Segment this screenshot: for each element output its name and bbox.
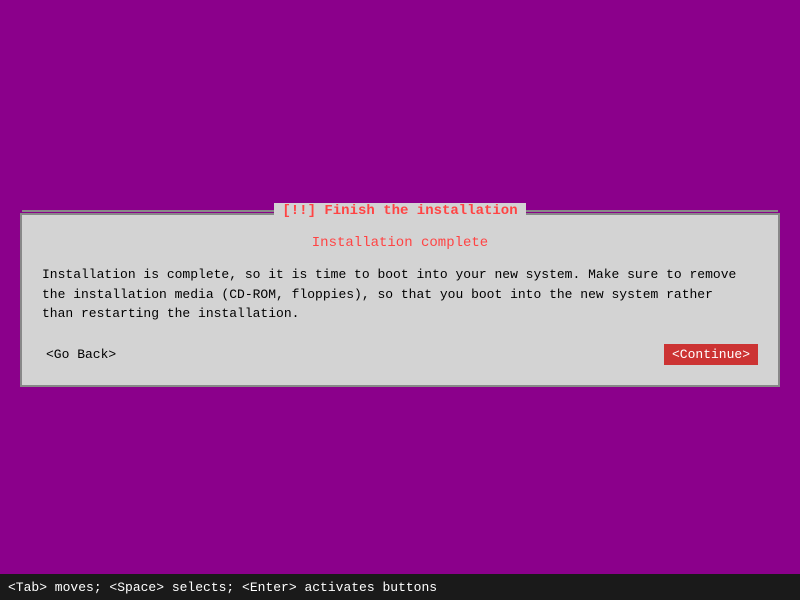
status-bar-text: <Tab> moves; <Space> selects; <Enter> ac… — [8, 580, 437, 595]
continue-button[interactable]: <Continue> — [664, 344, 758, 365]
dialog-heading: Installation complete — [42, 235, 758, 251]
dialog-footer: <Go Back> <Continue> — [42, 344, 758, 370]
dialog-content: Installation complete Installation is co… — [22, 215, 778, 385]
dialog-wrapper: [!!] Finish the installation Installatio… — [20, 213, 780, 387]
dialog-title-bar: [!!] Finish the installation — [274, 203, 525, 219]
title-bar: [!!] Finish the installation — [22, 203, 778, 219]
title-bar-line-left — [22, 210, 274, 212]
dialog-body: Installation is complete, so it is time … — [42, 265, 758, 324]
title-bar-line-right — [526, 210, 778, 212]
go-back-button[interactable]: <Go Back> — [42, 345, 120, 364]
status-bar: <Tab> moves; <Space> selects; <Enter> ac… — [0, 574, 800, 600]
dialog-box: [!!] Finish the installation Installatio… — [20, 213, 780, 387]
